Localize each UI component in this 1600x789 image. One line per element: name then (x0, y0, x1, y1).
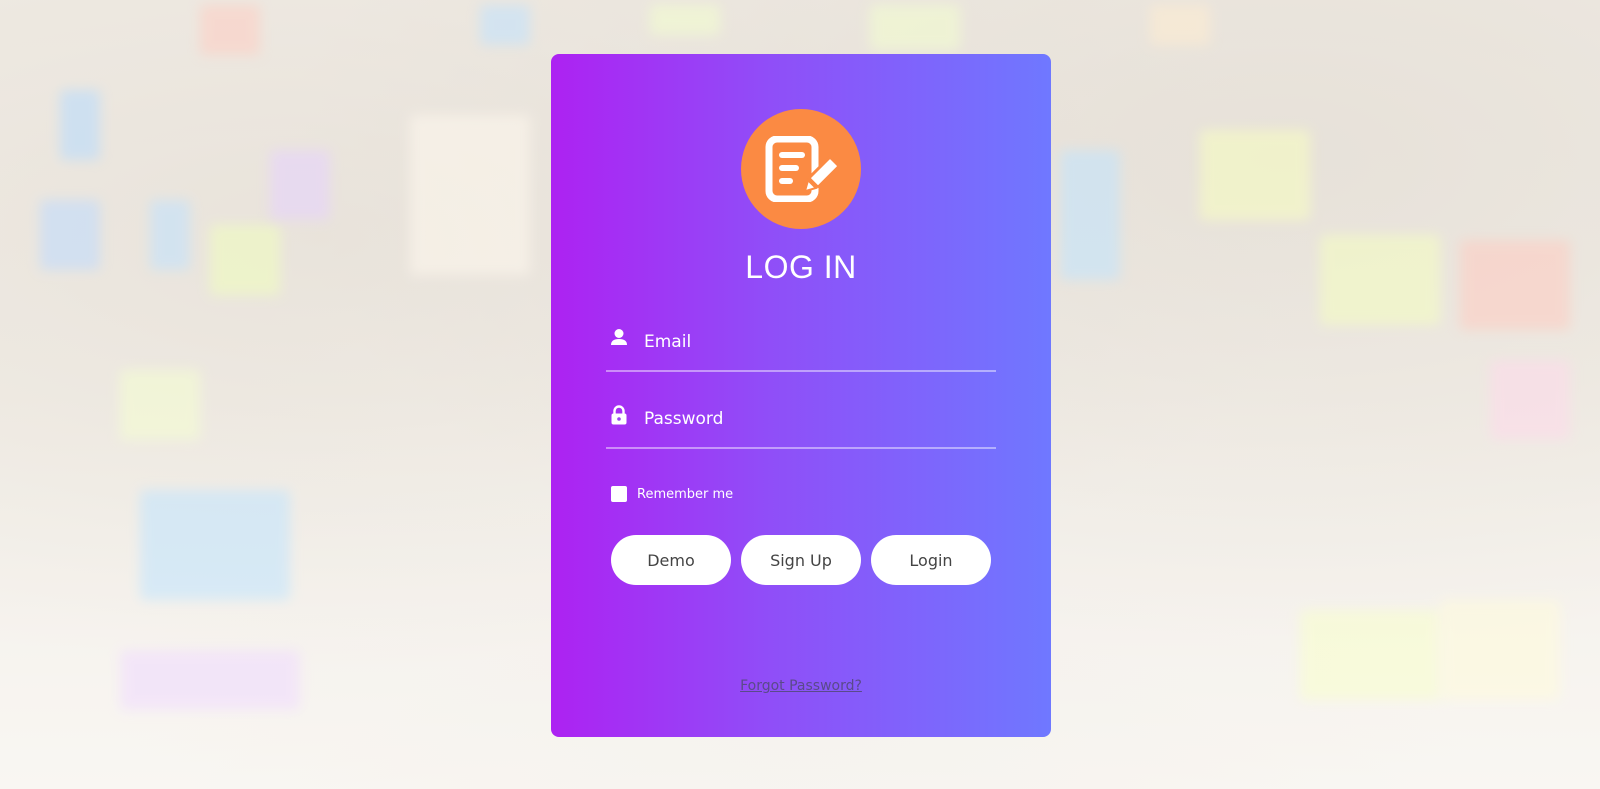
login-button[interactable]: Login (871, 535, 991, 585)
sign-up-button[interactable]: Sign Up (741, 535, 861, 585)
remember-me-label: Remember me (637, 486, 734, 502)
password-input[interactable] (642, 403, 986, 435)
remember-me-checkbox[interactable] (611, 486, 627, 502)
email-field[interactable] (606, 320, 996, 372)
user-icon (610, 328, 628, 348)
password-field[interactable] (606, 397, 996, 449)
document-edit-icon (741, 109, 861, 229)
demo-button[interactable]: Demo (611, 535, 731, 585)
page-title: LOG IN (745, 249, 857, 285)
login-card: LOG IN Remember me Demo Sign Up Login Fo… (551, 54, 1051, 737)
lock-icon (610, 405, 628, 425)
email-input[interactable] (642, 326, 986, 358)
remember-me-row[interactable]: Remember me (611, 484, 733, 504)
forgot-password-link[interactable]: Forgot Password? (551, 678, 1051, 694)
document-edit-icon-graphic (765, 136, 839, 202)
